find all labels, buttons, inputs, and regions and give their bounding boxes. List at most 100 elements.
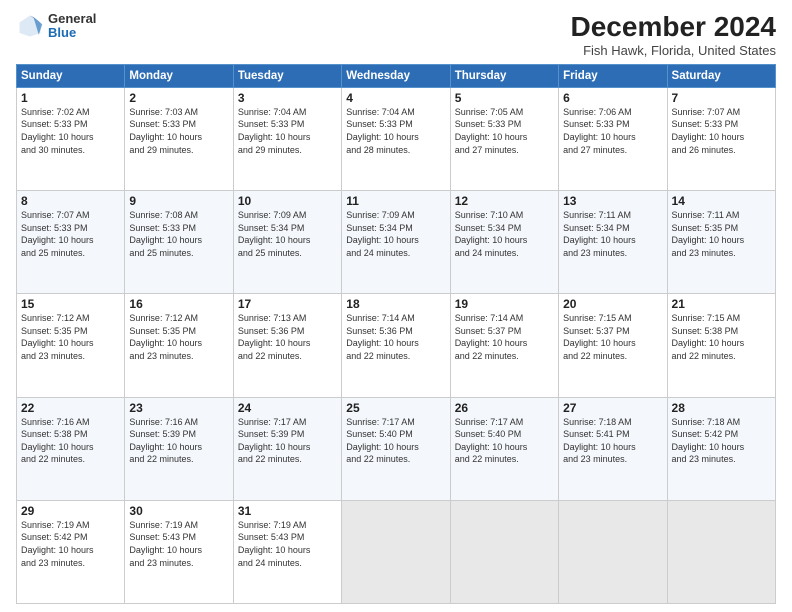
day-info: Sunrise: 7:14 AM Sunset: 5:37 PM Dayligh… [455, 312, 554, 362]
calendar-cell: 5Sunrise: 7:05 AM Sunset: 5:33 PM Daylig… [450, 87, 558, 190]
day-number: 27 [563, 401, 662, 415]
col-friday: Friday [559, 64, 667, 87]
page: General Blue December 2024 Fish Hawk, Fl… [0, 0, 792, 612]
day-info: Sunrise: 7:17 AM Sunset: 5:39 PM Dayligh… [238, 416, 337, 466]
day-info: Sunrise: 7:15 AM Sunset: 5:38 PM Dayligh… [672, 312, 771, 362]
logo-text: General Blue [48, 12, 96, 41]
calendar-cell: 29Sunrise: 7:19 AM Sunset: 5:42 PM Dayli… [17, 500, 125, 603]
day-info: Sunrise: 7:15 AM Sunset: 5:37 PM Dayligh… [563, 312, 662, 362]
calendar-cell [667, 500, 775, 603]
col-saturday: Saturday [667, 64, 775, 87]
day-number: 24 [238, 401, 337, 415]
calendar-cell [450, 500, 558, 603]
day-info: Sunrise: 7:14 AM Sunset: 5:36 PM Dayligh… [346, 312, 445, 362]
calendar-cell: 25Sunrise: 7:17 AM Sunset: 5:40 PM Dayli… [342, 397, 450, 500]
col-tuesday: Tuesday [233, 64, 341, 87]
calendar-cell [342, 500, 450, 603]
day-info: Sunrise: 7:19 AM Sunset: 5:43 PM Dayligh… [238, 519, 337, 569]
calendar-cell: 21Sunrise: 7:15 AM Sunset: 5:38 PM Dayli… [667, 294, 775, 397]
day-number: 29 [21, 504, 120, 518]
day-info: Sunrise: 7:03 AM Sunset: 5:33 PM Dayligh… [129, 106, 228, 156]
col-monday: Monday [125, 64, 233, 87]
day-info: Sunrise: 7:08 AM Sunset: 5:33 PM Dayligh… [129, 209, 228, 259]
day-number: 13 [563, 194, 662, 208]
day-info: Sunrise: 7:07 AM Sunset: 5:33 PM Dayligh… [672, 106, 771, 156]
day-number: 25 [346, 401, 445, 415]
calendar-cell: 10Sunrise: 7:09 AM Sunset: 5:34 PM Dayli… [233, 191, 341, 294]
logo: General Blue [16, 12, 96, 41]
day-number: 4 [346, 91, 445, 105]
day-info: Sunrise: 7:19 AM Sunset: 5:42 PM Dayligh… [21, 519, 120, 569]
calendar-cell: 11Sunrise: 7:09 AM Sunset: 5:34 PM Dayli… [342, 191, 450, 294]
header: General Blue December 2024 Fish Hawk, Fl… [16, 12, 776, 58]
logo-blue: Blue [48, 26, 96, 40]
day-info: Sunrise: 7:12 AM Sunset: 5:35 PM Dayligh… [129, 312, 228, 362]
calendar-table: Sunday Monday Tuesday Wednesday Thursday… [16, 64, 776, 604]
day-number: 8 [21, 194, 120, 208]
day-number: 7 [672, 91, 771, 105]
day-number: 11 [346, 194, 445, 208]
day-number: 19 [455, 297, 554, 311]
day-info: Sunrise: 7:02 AM Sunset: 5:33 PM Dayligh… [21, 106, 120, 156]
day-info: Sunrise: 7:05 AM Sunset: 5:33 PM Dayligh… [455, 106, 554, 156]
calendar-cell: 14Sunrise: 7:11 AM Sunset: 5:35 PM Dayli… [667, 191, 775, 294]
day-info: Sunrise: 7:10 AM Sunset: 5:34 PM Dayligh… [455, 209, 554, 259]
day-number: 15 [21, 297, 120, 311]
day-number: 22 [21, 401, 120, 415]
calendar-cell: 3Sunrise: 7:04 AM Sunset: 5:33 PM Daylig… [233, 87, 341, 190]
day-number: 17 [238, 297, 337, 311]
col-wednesday: Wednesday [342, 64, 450, 87]
calendar-cell: 9Sunrise: 7:08 AM Sunset: 5:33 PM Daylig… [125, 191, 233, 294]
day-number: 30 [129, 504, 228, 518]
calendar-cell: 24Sunrise: 7:17 AM Sunset: 5:39 PM Dayli… [233, 397, 341, 500]
day-number: 1 [21, 91, 120, 105]
calendar-cell: 28Sunrise: 7:18 AM Sunset: 5:42 PM Dayli… [667, 397, 775, 500]
day-info: Sunrise: 7:16 AM Sunset: 5:38 PM Dayligh… [21, 416, 120, 466]
month-title: December 2024 [571, 12, 776, 43]
logo-general: General [48, 12, 96, 26]
calendar-cell: 20Sunrise: 7:15 AM Sunset: 5:37 PM Dayli… [559, 294, 667, 397]
day-info: Sunrise: 7:04 AM Sunset: 5:33 PM Dayligh… [346, 106, 445, 156]
day-number: 16 [129, 297, 228, 311]
day-info: Sunrise: 7:18 AM Sunset: 5:42 PM Dayligh… [672, 416, 771, 466]
calendar-cell: 4Sunrise: 7:04 AM Sunset: 5:33 PM Daylig… [342, 87, 450, 190]
calendar-cell: 30Sunrise: 7:19 AM Sunset: 5:43 PM Dayli… [125, 500, 233, 603]
day-number: 21 [672, 297, 771, 311]
calendar-cell: 16Sunrise: 7:12 AM Sunset: 5:35 PM Dayli… [125, 294, 233, 397]
calendar-week-0: 1Sunrise: 7:02 AM Sunset: 5:33 PM Daylig… [17, 87, 776, 190]
day-number: 6 [563, 91, 662, 105]
day-info: Sunrise: 7:13 AM Sunset: 5:36 PM Dayligh… [238, 312, 337, 362]
calendar-week-1: 8Sunrise: 7:07 AM Sunset: 5:33 PM Daylig… [17, 191, 776, 294]
col-sunday: Sunday [17, 64, 125, 87]
day-number: 2 [129, 91, 228, 105]
calendar-cell: 8Sunrise: 7:07 AM Sunset: 5:33 PM Daylig… [17, 191, 125, 294]
day-info: Sunrise: 7:12 AM Sunset: 5:35 PM Dayligh… [21, 312, 120, 362]
day-info: Sunrise: 7:18 AM Sunset: 5:41 PM Dayligh… [563, 416, 662, 466]
calendar-cell: 12Sunrise: 7:10 AM Sunset: 5:34 PM Dayli… [450, 191, 558, 294]
calendar-cell: 17Sunrise: 7:13 AM Sunset: 5:36 PM Dayli… [233, 294, 341, 397]
day-info: Sunrise: 7:16 AM Sunset: 5:39 PM Dayligh… [129, 416, 228, 466]
day-number: 9 [129, 194, 228, 208]
day-number: 12 [455, 194, 554, 208]
day-number: 3 [238, 91, 337, 105]
day-number: 5 [455, 91, 554, 105]
calendar-cell: 15Sunrise: 7:12 AM Sunset: 5:35 PM Dayli… [17, 294, 125, 397]
day-info: Sunrise: 7:11 AM Sunset: 5:35 PM Dayligh… [672, 209, 771, 259]
calendar-cell: 23Sunrise: 7:16 AM Sunset: 5:39 PM Dayli… [125, 397, 233, 500]
day-info: Sunrise: 7:09 AM Sunset: 5:34 PM Dayligh… [238, 209, 337, 259]
day-number: 18 [346, 297, 445, 311]
calendar-cell: 26Sunrise: 7:17 AM Sunset: 5:40 PM Dayli… [450, 397, 558, 500]
calendar-cell: 6Sunrise: 7:06 AM Sunset: 5:33 PM Daylig… [559, 87, 667, 190]
day-info: Sunrise: 7:06 AM Sunset: 5:33 PM Dayligh… [563, 106, 662, 156]
day-number: 28 [672, 401, 771, 415]
location: Fish Hawk, Florida, United States [571, 43, 776, 58]
day-info: Sunrise: 7:04 AM Sunset: 5:33 PM Dayligh… [238, 106, 337, 156]
calendar-cell: 2Sunrise: 7:03 AM Sunset: 5:33 PM Daylig… [125, 87, 233, 190]
day-info: Sunrise: 7:11 AM Sunset: 5:34 PM Dayligh… [563, 209, 662, 259]
calendar-cell: 13Sunrise: 7:11 AM Sunset: 5:34 PM Dayli… [559, 191, 667, 294]
calendar-cell [559, 500, 667, 603]
col-thursday: Thursday [450, 64, 558, 87]
calendar-cell: 22Sunrise: 7:16 AM Sunset: 5:38 PM Dayli… [17, 397, 125, 500]
calendar-cell: 18Sunrise: 7:14 AM Sunset: 5:36 PM Dayli… [342, 294, 450, 397]
day-info: Sunrise: 7:07 AM Sunset: 5:33 PM Dayligh… [21, 209, 120, 259]
